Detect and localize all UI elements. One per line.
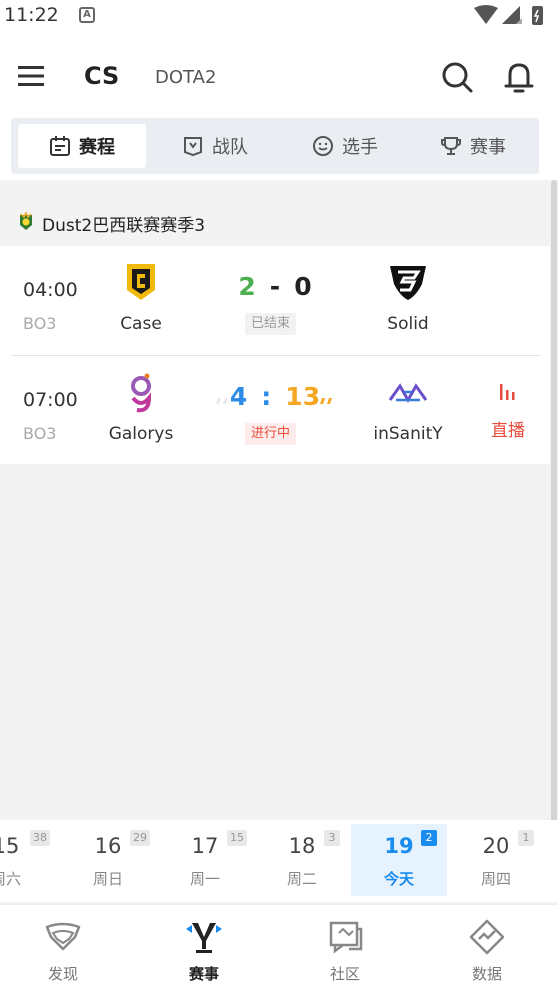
score-a: 2	[238, 271, 256, 301]
match-format: BO3	[23, 424, 57, 443]
date-weekday: 周六	[0, 870, 21, 888]
date-match-count: 29	[130, 830, 150, 846]
live-bars-icon	[500, 384, 515, 400]
match-row[interactable]: 04:00 BO3 Case 2 - 0 已结束 Solid	[0, 246, 550, 354]
date-match-count: 1	[518, 830, 534, 846]
nav-discover-label: 发现	[47, 965, 78, 983]
match-row[interactable]: 07:00 BO3 Galorys 4 : 13 进行中 inSanitY 直播	[0, 356, 550, 464]
tab-players[interactable]: 选手	[281, 124, 409, 168]
data-icon	[469, 919, 505, 955]
date-match-count: 15	[227, 830, 247, 846]
game-tab-dota2[interactable]: DOTA2	[155, 67, 216, 88]
match-time: 07:00	[23, 389, 78, 411]
nav-community-label: 社区	[329, 965, 360, 983]
bell-icon[interactable]	[502, 60, 536, 94]
match-list: 04:00 BO3 Case 2 - 0 已结束 Solid 07:00 BO3	[0, 246, 550, 464]
tab-teams[interactable]: 战队	[151, 124, 279, 168]
tab-players-label: 选手	[342, 137, 378, 158]
wifi-icon	[474, 5, 498, 24]
game-tab-cs[interactable]: CS	[84, 62, 119, 90]
date-weekday: 周日	[92, 870, 123, 888]
status-badge: 已结束	[245, 313, 297, 335]
search-icon[interactable]	[440, 60, 474, 94]
score-separator: :	[261, 381, 272, 411]
status-time: 11:22	[4, 4, 59, 26]
date-weekday: 周一	[189, 870, 220, 888]
date-match-count: 2	[421, 830, 437, 846]
status-badge: 进行中	[245, 423, 297, 445]
trophy-cup-icon	[186, 923, 222, 953]
signal-icon	[502, 6, 520, 24]
nav-discover[interactable]: 发现	[0, 905, 133, 988]
tab-teams-label: 战队	[212, 137, 248, 158]
case-logo-icon	[127, 264, 155, 300]
nav-data-label: 数据	[471, 965, 502, 983]
bottom-nav: 发现 赛事 社区 数据	[0, 904, 558, 988]
team-b-name: Solid	[387, 314, 429, 334]
date-item[interactable]: 16 29 周日	[60, 824, 156, 896]
system-icons	[472, 4, 552, 32]
calendar-icon	[50, 136, 70, 156]
league-header[interactable]: Dust2巴西联赛赛季3	[0, 200, 550, 246]
trophy-icon	[441, 137, 461, 155]
score-a: 4	[229, 381, 248, 411]
score-separator: -	[269, 271, 281, 301]
team-a-name: Galorys	[108, 424, 174, 444]
date-weekday: 周四	[480, 870, 511, 888]
score-b: 0	[294, 271, 312, 301]
date-weekday: 周二	[286, 870, 317, 888]
live-label: 直播	[491, 421, 525, 441]
date-item[interactable]: 15 38 周六	[0, 824, 54, 896]
nav-events-label: 赛事	[188, 965, 219, 983]
app-header: CS DOTA2	[0, 32, 558, 118]
quote-right-icon	[320, 398, 332, 404]
date-weekday: 今天	[383, 870, 414, 888]
tab-events-label: 赛事	[470, 137, 506, 158]
league-name: Dust2巴西联赛赛季3	[42, 216, 206, 236]
date-item[interactable]: 17 15 周一	[157, 824, 253, 896]
notification-a-icon: A	[79, 7, 95, 23]
nav-data[interactable]: 数据	[417, 905, 557, 988]
date-item-today[interactable]: 19 2 今天	[351, 824, 447, 896]
insanity-logo-icon	[388, 383, 428, 404]
match-format: BO3	[23, 314, 57, 333]
player-face-icon	[313, 136, 333, 156]
match-score: 2 - 0	[200, 268, 350, 304]
date-match-count: 38	[30, 830, 50, 846]
nav-community[interactable]: 社区	[275, 905, 415, 988]
date-strip: 15 38 周六 16 29 周日 17 15 周一 18 3 周二 19 2 …	[0, 820, 558, 902]
date-item[interactable]: 20 1 周四	[448, 824, 544, 896]
tab-events[interactable]: 赛事	[409, 124, 537, 168]
tab-schedule-label: 赛程	[79, 137, 115, 158]
league-logo-icon	[20, 212, 32, 230]
discover-icon	[45, 922, 81, 951]
date-item[interactable]: 18 3 周二	[254, 824, 350, 896]
live-stream-link[interactable]: 直播	[488, 382, 528, 441]
tab-schedule[interactable]: 赛程	[18, 124, 146, 168]
community-icon	[329, 921, 363, 954]
tab-bar-container: 赛程 战队 选手 赛事	[0, 118, 558, 180]
tab-bar: 赛程 战队 选手 赛事	[11, 118, 539, 174]
date-match-count: 3	[324, 830, 340, 846]
status-bar: 11:22 A	[0, 0, 558, 32]
match-time: 04:00	[23, 279, 78, 301]
team-b-name: inSanitY	[373, 424, 443, 444]
solid-logo-icon	[390, 266, 426, 300]
galorys-logo-icon	[131, 373, 152, 413]
nav-events[interactable]: 赛事	[134, 905, 274, 988]
menu-icon[interactable]	[18, 65, 44, 87]
team-a-name: Case	[120, 314, 162, 334]
scrollbar[interactable]	[551, 180, 557, 874]
score-b: 13	[285, 381, 321, 411]
team-shield-icon	[184, 137, 202, 157]
